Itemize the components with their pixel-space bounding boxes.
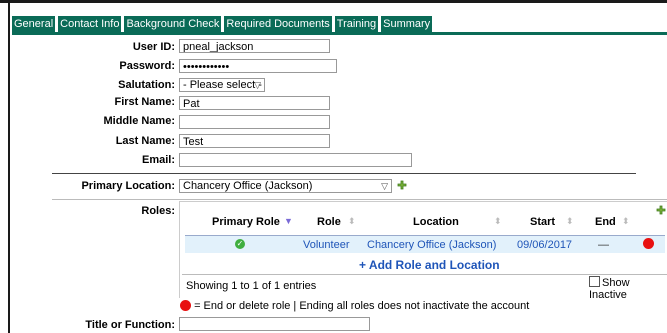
plugin-icon[interactable] — [396, 179, 408, 191]
chevron-down-icon: ▽ — [254, 80, 261, 90]
window-top-border — [0, 0, 667, 3]
legend-text: = End or delete role | Ending all roles … — [194, 300, 530, 312]
password-label: Password: — [119, 60, 175, 72]
tab-summary[interactable]: Summary — [381, 16, 433, 32]
middle-name-input[interactable] — [179, 115, 330, 129]
tab-training[interactable]: Training — [334, 16, 379, 32]
legend: = End or delete role | Ending all roles … — [180, 300, 529, 312]
role-cell[interactable]: Volunteer — [303, 239, 349, 251]
add-role-location-link[interactable]: + Add Role and Location — [359, 258, 500, 272]
user-id-input[interactable]: pneal_jackson — [179, 39, 330, 53]
start-cell[interactable]: 09/06/2017 — [517, 239, 572, 251]
tab-general[interactable]: General — [12, 16, 56, 32]
user-id-label: User ID: — [132, 41, 175, 53]
roles-label: Roles: — [141, 205, 175, 217]
sort-desc-icon[interactable]: ▼ — [284, 216, 293, 226]
add-role-plugin-icon[interactable] — [655, 204, 667, 216]
email-label: Email: — [141, 154, 175, 166]
roles-table: Primary Role ▼ Role ⬍ Location ⬍ Start ⬍… — [179, 201, 667, 301]
red-dot-icon — [180, 300, 191, 311]
delete-role-icon[interactable] — [643, 238, 654, 249]
title-function-label: Title or Function: — [85, 319, 175, 331]
show-inactive-checkbox[interactable] — [589, 276, 600, 287]
tab-bar: General Contact Info Background Check Re… — [12, 16, 435, 32]
primary-location-label: Primary Location: — [81, 180, 175, 192]
divider — [182, 274, 667, 275]
header-primary-role[interactable]: Primary Role — [212, 216, 280, 228]
salutation-value: - Please select - — [183, 79, 262, 91]
divider — [52, 199, 667, 200]
middle-name-label: Middle Name: — [103, 115, 175, 127]
last-name-label: Last Name: — [115, 135, 175, 147]
tab-required-documents[interactable]: Required Documents — [224, 16, 332, 32]
first-name-label: First Name: — [114, 96, 175, 108]
email-input[interactable] — [179, 153, 412, 167]
divider — [52, 173, 636, 174]
sort-icon[interactable]: ⬍ — [348, 216, 356, 227]
show-inactive-toggle[interactable]: Show Inactive — [589, 276, 667, 301]
title-function-input[interactable] — [179, 317, 370, 331]
header-location[interactable]: Location — [413, 216, 459, 228]
last-name-input[interactable]: Test — [179, 134, 330, 148]
salutation-label: Salutation: — [118, 79, 175, 91]
primary-location-select[interactable]: Chancery Office (Jackson) ▽ — [179, 179, 392, 193]
header-role[interactable]: Role — [317, 216, 341, 228]
location-cell[interactable]: Chancery Office (Jackson) — [367, 239, 496, 251]
tab-contact-info[interactable]: Contact Info — [58, 16, 122, 32]
header-end[interactable]: End — [595, 216, 616, 228]
salutation-select[interactable]: - Please select - ▽ — [179, 78, 265, 92]
tab-background-check[interactable]: Background Check — [124, 16, 222, 32]
chevron-down-icon: ▽ — [381, 181, 388, 191]
sort-icon[interactable]: ⬍ — [622, 216, 630, 227]
password-input[interactable]: •••••••••••• — [179, 59, 337, 73]
tab-underline — [12, 32, 667, 35]
end-cell[interactable]: — — [598, 239, 609, 251]
sort-icon[interactable]: ⬍ — [566, 216, 574, 227]
entries-count: Showing 1 to 1 of 1 entries — [186, 280, 317, 292]
check-icon: ✓ — [235, 239, 245, 249]
primary-location-value: Chancery Office (Jackson) — [183, 180, 313, 192]
header-start[interactable]: Start — [530, 216, 555, 228]
sort-icon[interactable]: ⬍ — [494, 216, 502, 227]
first-name-input[interactable]: Pat — [179, 96, 330, 110]
